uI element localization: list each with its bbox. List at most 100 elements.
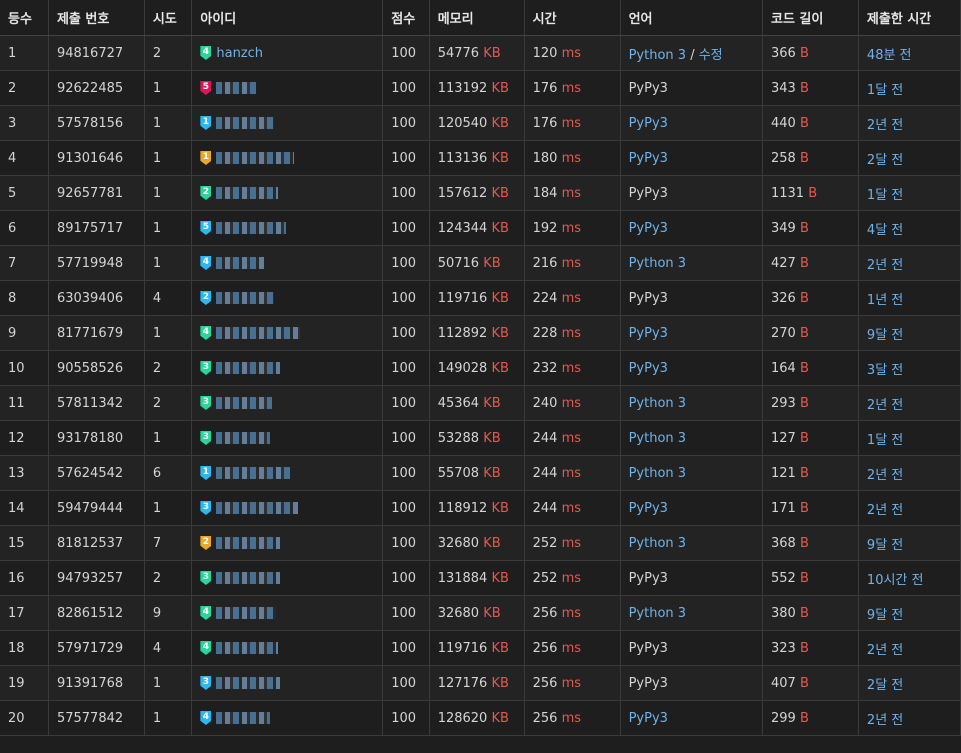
language-link[interactable]: PyPy3 [629, 326, 668, 341]
language-link[interactable]: PyPy3 [629, 116, 668, 131]
submission-id-cell: 81812537 [48, 525, 145, 561]
submitted-at-link[interactable]: 9달 전 [867, 328, 903, 343]
submitted-at-link[interactable]: 2년 전 [867, 643, 903, 658]
tier-badge-icon[interactable]: 4 [200, 641, 212, 655]
length-unit: B [799, 465, 809, 481]
redacted-user-link[interactable] [216, 82, 257, 94]
submitted-at-link[interactable]: 2년 전 [867, 503, 903, 518]
submitted-at-link[interactable]: 2년 전 [867, 258, 903, 273]
col-score[interactable]: 점수 [382, 0, 430, 36]
redacted-user-link[interactable] [216, 117, 275, 129]
language-link[interactable]: Python 3 [629, 256, 686, 271]
language-link[interactable]: PyPy3 [629, 501, 668, 516]
redacted-user-link[interactable] [216, 642, 279, 654]
redacted-user-link[interactable] [216, 502, 299, 514]
submitted-at-link[interactable]: 1달 전 [867, 188, 903, 203]
redacted-user-link[interactable] [216, 432, 271, 444]
redacted-user-link[interactable] [216, 362, 281, 374]
memory-unit: KB [483, 45, 501, 61]
redacted-user-link[interactable] [216, 397, 273, 409]
col-memory[interactable]: 메모리 [429, 0, 525, 36]
score-cell: 100 [382, 70, 430, 106]
submitted-at-link[interactable]: 2년 전 [867, 118, 903, 133]
submitted-at-link[interactable]: 10시간 전 [867, 573, 924, 588]
time-cell: 184 ms [524, 175, 621, 211]
language-link[interactable]: PyPy3 [629, 151, 668, 166]
user-link[interactable]: hanzch [216, 46, 263, 61]
time-value: 232 [532, 360, 558, 376]
tier-badge-icon[interactable]: 3 [200, 396, 212, 410]
submitted-at-link[interactable]: 9달 전 [867, 538, 903, 553]
language-link[interactable]: PyPy3 [629, 361, 668, 376]
table-row: 3 57578156 1 1 100 120540 KB 176 ms PyPy3 440 B2… [0, 105, 961, 141]
submitted-at-link[interactable]: 9달 전 [867, 608, 903, 623]
language-link[interactable]: Python 3 [629, 466, 686, 481]
tier-badge-icon[interactable]: 4 [200, 711, 212, 725]
language-link[interactable]: Python 3 [629, 48, 686, 63]
tier-badge-icon[interactable]: 2 [200, 536, 212, 550]
tier-badge-icon[interactable]: 1 [200, 466, 212, 480]
tier-badge-icon[interactable]: 3 [200, 676, 212, 690]
redacted-user-link[interactable] [216, 712, 271, 724]
submitted-at-link[interactable]: 2년 전 [867, 468, 903, 483]
submission-id-cell: 92622485 [48, 70, 145, 106]
redacted-user-link[interactable] [216, 257, 265, 269]
memory-unit: KB [483, 430, 501, 446]
memory-cell: 112892 KB [429, 315, 525, 351]
memory-unit: KB [491, 290, 509, 306]
redacted-user-link[interactable] [216, 677, 281, 689]
tier-badge-icon[interactable]: 5 [200, 221, 212, 235]
submitted-at-link[interactable]: 2년 전 [867, 713, 903, 728]
tier-badge-icon[interactable]: 5 [200, 81, 212, 95]
col-submission-id[interactable]: 제출 번호 [48, 0, 145, 36]
submitted-at-link[interactable]: 2달 전 [867, 678, 903, 693]
tier-badge-icon[interactable]: 3 [200, 361, 212, 375]
redacted-user-link[interactable] [216, 187, 279, 199]
tier-badge-icon[interactable]: 4 [200, 326, 212, 340]
language-link[interactable]: Python 3 [629, 536, 686, 551]
language-cell: PyPy3 [620, 105, 763, 141]
tier-badge-icon[interactable]: 4 [200, 606, 212, 620]
language-link[interactable]: Python 3 [629, 606, 686, 621]
submitted-at-link[interactable]: 2년 전 [867, 398, 903, 413]
submitted-at-link[interactable]: 1달 전 [867, 433, 903, 448]
tier-badge-icon[interactable]: 3 [200, 431, 212, 445]
tier-badge-icon[interactable]: 4 [200, 46, 212, 60]
tier-badge-icon[interactable]: 2 [200, 186, 212, 200]
tier-badge-icon[interactable]: 3 [200, 571, 212, 585]
language-link[interactable]: Python 3 [629, 396, 686, 411]
tries-cell: 1 [144, 315, 193, 351]
language-link[interactable]: PyPy3 [629, 221, 668, 236]
col-user-id[interactable]: 아이디 [191, 0, 384, 36]
redacted-user-link[interactable] [216, 607, 277, 619]
col-code-length[interactable]: 코드 길이 [762, 0, 859, 36]
language-link[interactable]: Python 3 [629, 431, 686, 446]
redacted-user-link[interactable] [216, 222, 287, 234]
submitted-at-link[interactable]: 3달 전 [867, 363, 903, 378]
submitted-at-link[interactable]: 48분 전 [867, 48, 912, 63]
tier-badge-icon[interactable]: 1 [200, 151, 212, 165]
submitted-at-link[interactable]: 1년 전 [867, 293, 903, 308]
submitted-at-link[interactable]: 2달 전 [867, 153, 903, 168]
col-rank[interactable]: 등수 [0, 0, 49, 36]
redacted-user-link[interactable] [216, 152, 295, 164]
col-language[interactable]: 언어 [620, 0, 763, 36]
redacted-user-link[interactable] [216, 292, 275, 304]
redacted-user-link[interactable] [216, 537, 281, 549]
tier-badge-icon[interactable]: 1 [200, 116, 212, 130]
submitted-at-link[interactable]: 1달 전 [867, 83, 903, 98]
score-cell: 100 [382, 210, 430, 246]
language-link[interactable]: PyPy3 [629, 711, 668, 726]
redacted-user-link[interactable] [216, 572, 281, 584]
col-submitted-at[interactable]: 제출한 시간 [858, 0, 961, 36]
redacted-user-link[interactable] [216, 327, 301, 339]
edit-link[interactable]: 수정 [699, 48, 723, 63]
submitted-at-link[interactable]: 4달 전 [867, 223, 903, 238]
tier-badge-icon[interactable]: 4 [200, 256, 212, 270]
col-time[interactable]: 시간 [524, 0, 621, 36]
col-tries[interactable]: 시도 [144, 0, 193, 36]
tier-badge-icon[interactable]: 2 [200, 291, 212, 305]
redacted-user-link[interactable] [216, 467, 291, 479]
table-row: 17 82861512 9 4 100 32680 KB 256 ms Python 3 380… [0, 595, 961, 631]
tier-badge-icon[interactable]: 3 [200, 501, 212, 515]
